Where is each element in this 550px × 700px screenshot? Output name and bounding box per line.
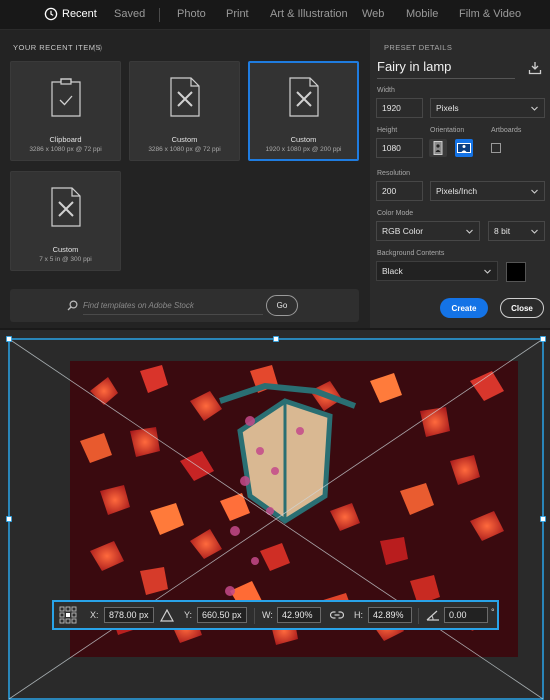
chevron-down-icon [531, 106, 538, 111]
orientation-label: Orientation [430, 127, 465, 134]
artboards-checkbox[interactable] [491, 143, 501, 153]
height-input[interactable]: 1080 [376, 138, 423, 158]
background-contents-value: Black [382, 266, 403, 276]
height-label: Height [377, 127, 398, 134]
reference-point-icon[interactable] [59, 606, 77, 624]
link-proportions-icon[interactable] [330, 610, 344, 620]
recent-item-name: Custom [290, 135, 317, 144]
color-mode-select[interactable]: RGB Color [376, 221, 480, 241]
portrait-icon [433, 141, 443, 155]
recent-item-name: Custom [52, 245, 79, 254]
artboards-label: Artboards [491, 127, 522, 134]
toolbar-divider [418, 608, 419, 624]
tab-print[interactable]: Print [226, 8, 249, 20]
height-scale-input[interactable]: 42.89% [368, 607, 412, 623]
template-category-tabs: Recent Saved Photo Print Art & Illustrat… [0, 0, 550, 30]
brush-doc-icon [289, 77, 319, 117]
bit-depth-value: 8 bit [494, 226, 511, 236]
tab-photo[interactable]: Photo [177, 8, 206, 20]
tab-recent[interactable]: Recent [62, 8, 97, 20]
color-mode-label: Color Mode [377, 210, 414, 217]
tab-divider [159, 8, 160, 22]
x-label: X: [90, 610, 99, 620]
recent-item-card[interactable]: Clipboard 3286 x 1080 px @ 72 ppi [10, 61, 121, 161]
h-label: H: [354, 610, 363, 620]
search-icon [67, 300, 78, 311]
rotation-angle-input[interactable]: 0.00 [444, 607, 488, 623]
landscape-orientation-button[interactable] [455, 139, 473, 157]
landscape-icon [457, 143, 471, 153]
width-unit-select[interactable]: Pixels [430, 98, 545, 118]
tab-web[interactable]: Web [362, 8, 384, 20]
x-position-input[interactable]: 878.00 px [104, 607, 154, 623]
transform-options-bar: X: 878.00 px Y: 660.50 px W: 42.90% H: 4… [52, 600, 499, 630]
color-mode-value: RGB Color [382, 226, 424, 236]
go-button[interactable]: Go [266, 295, 298, 316]
recent-item-card[interactable]: Custom 3286 x 1080 px @ 72 ppi [129, 61, 240, 161]
width-input[interactable]: 1920 [376, 98, 423, 118]
width-label: Width [377, 87, 395, 94]
save-preset-icon[interactable] [528, 61, 542, 75]
clipboard-doc-icon [51, 78, 81, 117]
recent-item-name: Clipboard [49, 135, 82, 144]
recent-item-spec: 7 x 5 in @ 300 ppi [39, 256, 92, 263]
background-contents-select[interactable]: Black [376, 261, 498, 281]
resolution-unit-value: Pixels/Inch [436, 186, 478, 196]
background-color-swatch[interactable] [506, 262, 526, 282]
chevron-down-icon [531, 189, 538, 194]
degree-symbol: ° [491, 607, 495, 617]
clock-icon [44, 7, 58, 21]
chevron-down-icon [466, 229, 473, 234]
chevron-down-icon [484, 269, 491, 274]
rotate-angle-icon[interactable] [426, 609, 440, 621]
recent-items-heading: YOUR RECENT ITEMS [13, 43, 101, 52]
close-button[interactable]: Close [500, 298, 544, 318]
stock-search-bar: Go [10, 289, 359, 322]
y-position-input[interactable]: 660.50 px [197, 607, 247, 623]
w-label: W: [262, 610, 273, 620]
chevron-down-icon [531, 229, 538, 234]
relative-position-delta-icon[interactable] [160, 609, 174, 622]
recent-items-count: (5) [93, 43, 103, 52]
preset-details-heading: PRESET DETAILS [384, 43, 453, 52]
resolution-label: Resolution [377, 170, 411, 177]
portrait-orientation-button[interactable] [429, 139, 447, 157]
recent-item-spec: 3286 x 1080 px @ 72 ppi [148, 146, 221, 153]
recent-item-spec: 1920 x 1080 px @ 200 ppi [265, 146, 342, 153]
tab-art-illustration[interactable]: Art & Illustration [270, 8, 348, 20]
width-scale-input[interactable]: 42.90% [277, 607, 321, 623]
y-label: Y: [184, 610, 193, 620]
recent-item-spec: 3286 x 1080 px @ 72 ppi [29, 146, 102, 153]
recent-item-name: Custom [171, 135, 198, 144]
recent-item-card-selected[interactable]: Custom 1920 x 1080 px @ 200 ppi [248, 61, 359, 161]
resolution-input[interactable]: 200 [376, 181, 423, 201]
toolbar-divider [254, 608, 255, 624]
width-unit-value: Pixels [436, 103, 459, 113]
bit-depth-select[interactable]: 8 bit [488, 221, 545, 241]
tab-saved[interactable]: Saved [114, 8, 145, 20]
brush-doc-icon [51, 187, 81, 227]
tab-film-video[interactable]: Film & Video [459, 8, 521, 20]
background-contents-label: Background Contents [377, 250, 445, 257]
brush-doc-icon [170, 77, 200, 117]
create-button[interactable]: Create [440, 298, 488, 318]
preset-name-field[interactable]: Fairy in lamp [377, 59, 515, 79]
free-transform-box[interactable] [0, 328, 550, 700]
stock-search-input[interactable] [83, 296, 263, 315]
tab-mobile[interactable]: Mobile [406, 8, 438, 20]
resolution-unit-select[interactable]: Pixels/Inch [430, 181, 545, 201]
recent-item-card[interactable]: Custom 7 x 5 in @ 300 ppi [10, 171, 121, 271]
